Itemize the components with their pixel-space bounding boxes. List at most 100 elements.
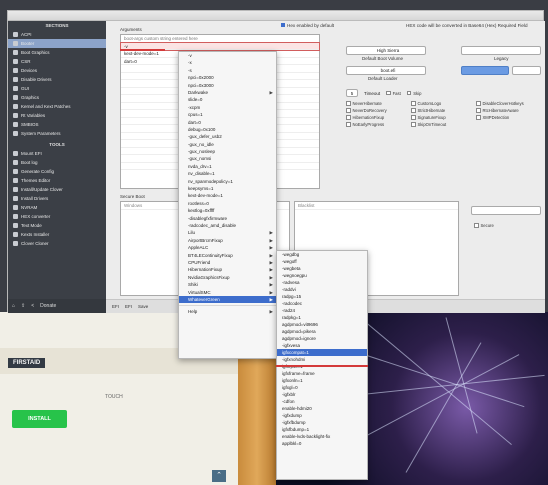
background-green-button[interactable]: INSTALL (12, 410, 67, 428)
sidebar-item-kernel-and-kext-patches[interactable]: Kernel and Kext Patches (8, 102, 106, 111)
menu-item-help[interactable]: Help ▶ (179, 308, 276, 315)
menu-item-kext-dev-mode-1[interactable]: kext-dev-mode=1 (179, 192, 276, 199)
menu-item-kextlog-0xffff[interactable]: kextlog=0xffff (179, 207, 276, 214)
sidebar-item-smbios[interactable]: SMBIOS (8, 120, 106, 129)
sidebar-item-csr[interactable]: CSR (8, 57, 106, 66)
home-icon[interactable]: ⌂ (12, 303, 15, 309)
submenu-item--radcodec[interactable]: -radcodec (277, 300, 367, 307)
default-loader-field[interactable]: boot.efi (346, 66, 426, 75)
checkbox-rtchibernateaware[interactable]: RtcHibernateAware (476, 108, 541, 113)
save-button[interactable]: Save (138, 304, 148, 309)
submenu-item--igfxblr[interactable]: -igfxblr (277, 391, 367, 398)
submenu-item-igfxfbdump-1[interactable]: igfxfbdump=1 (277, 426, 367, 433)
sidebar-tool-themes-editor[interactable]: Themes Editor (8, 176, 106, 185)
secure-checkbox[interactable]: Secure (474, 223, 494, 228)
menu-item--gux-no-idle[interactable]: -gux_no_idle (179, 141, 276, 148)
submenu-item--wegbeta[interactable]: -wegbeta (277, 265, 367, 272)
menu-item--xcpm[interactable]: -xcpm (179, 104, 276, 111)
sidebar-item-disable-drivers[interactable]: Disable Drivers (8, 75, 106, 84)
submenu-item--wegnoegpu[interactable]: -wegnoegpu (277, 272, 367, 279)
legacy-dropdown[interactable] (461, 46, 541, 55)
checkbox-customlogo[interactable]: CustomLogo (411, 101, 476, 106)
legacy-stepper[interactable] (512, 66, 541, 75)
submenu-item--rad24[interactable]: -rad24 (277, 307, 367, 314)
sidebar-item-system-parameters[interactable]: System Parameters (8, 129, 106, 138)
checkbox-box[interactable] (346, 122, 351, 127)
submenu-item-agdpmod-ignore[interactable]: agdpmod=ignore (277, 335, 367, 342)
submenu-item-igfxonln-1[interactable]: igfxonln=1 (277, 377, 367, 384)
menu-item-slide-0[interactable]: slide=0 (179, 96, 276, 103)
menu-item-debug-0x100[interactable]: debug=0x100 (179, 126, 276, 133)
checkbox-hibernationfixup[interactable]: HibernationFixup (346, 115, 411, 120)
menu-item-dart-0[interactable]: dart=0 (179, 119, 276, 126)
submenu-item-igfxframe-frame[interactable]: igfxframe=frame (277, 370, 367, 377)
sidebar-tool-kexts-installer[interactable]: Kexts Installer (8, 230, 106, 239)
sidebar-tool-nvram[interactable]: NVRAM (8, 203, 106, 212)
upload-icon[interactable]: ⇪ (21, 303, 25, 309)
menu-item-lilu[interactable]: Lilu ▶ (179, 229, 276, 236)
default-boot-volume-dropdown[interactable]: High Sierra (346, 46, 426, 55)
checkbox-box[interactable] (346, 115, 351, 120)
submenu-item--igfxdump[interactable]: -igfxdump (277, 412, 367, 419)
submenu-item-radpg-15[interactable]: radpg=15 (277, 293, 367, 300)
menu-item-whatevergreen[interactable]: WhateverGreen ▶ (179, 295, 276, 304)
submenu-item-agdpmod-pikera[interactable]: agdpmod=pikera (277, 328, 367, 335)
menu-item-nvidiagraphicsfixup[interactable]: NvidiaGraphicsFixup ▶ (179, 274, 276, 281)
sidebar-item-boot-graphics[interactable]: Boot Graphics (8, 48, 106, 57)
submenu-item--igfxvesa[interactable]: -igfxvesa (277, 342, 367, 349)
sidebar-tool-boot-log[interactable]: Boot log (8, 158, 106, 167)
menu-item-hibernationfixup[interactable]: HibernationFixup ▶ (179, 266, 276, 273)
submenu-item--radvesa[interactable]: -radvesa (277, 279, 367, 286)
checkbox-signaturefixup[interactable]: SignatureFixup (411, 115, 476, 120)
timeout-field[interactable]: 5 (346, 89, 358, 97)
checkbox-box[interactable] (476, 115, 481, 120)
fast-checkbox[interactable]: Fast (386, 91, 401, 96)
bottom-efi-1[interactable]: EFI (112, 304, 119, 309)
checkbox-skipontimeout[interactable]: SkipOnTimeout (411, 122, 476, 127)
donate-button[interactable]: Donate (40, 303, 56, 309)
menu-item--v[interactable]: -v (179, 52, 276, 59)
blacklist-entry[interactable]: Blacklist (295, 202, 458, 210)
checkbox-neverdorecovery[interactable]: NeverDoRecovery (346, 108, 411, 113)
sidebar-item-devices[interactable]: Devices (8, 66, 106, 75)
menu-item-cpus-1[interactable]: cpus=1 (179, 111, 276, 118)
checkbox-noearlyprogress[interactable]: NoEarlyProgress (346, 122, 411, 127)
sidebar-tool-hex-converter[interactable]: HEX converter (8, 212, 106, 221)
submenu-item--wegdbg[interactable]: -wegdbg (277, 251, 367, 258)
submenu-item-igfxcompat-1[interactable]: igfxcompat=1 (277, 349, 367, 356)
share-icon[interactable]: < (31, 303, 34, 309)
menu-item--radcodec-amd-disable[interactable]: -radcodec_amd_disable (179, 222, 276, 229)
menu-item-rootless-0[interactable]: rootless=0 (179, 200, 276, 207)
menu-item-darkwake[interactable]: Darkwake ▶ (179, 89, 276, 96)
menu-item-bt4lecontinuityfixup[interactable]: BT4LEContinuityFixup ▶ (179, 252, 276, 259)
submenu-item-applbkl-0[interactable]: applbkl=0 (277, 440, 367, 447)
sidebar-tool-text-mode[interactable]: Text Mode (8, 221, 106, 230)
checkbox-stricthibernate[interactable]: StrictHibernate (411, 108, 476, 113)
checkbox-xmpdetection[interactable]: XMPDetection (476, 115, 541, 120)
submenu-item--raddvi[interactable]: -raddvi (277, 286, 367, 293)
menu-item--gux-nomsi[interactable]: -gux_nomsi (179, 155, 276, 162)
submenu-item-igfxgl-0[interactable]: igfxgl=0 (277, 384, 367, 391)
sidebar-item-rt-variables[interactable]: Rt Variables (8, 111, 106, 120)
checkbox-box[interactable] (346, 108, 351, 113)
sidebar-item-graphics[interactable]: Graphics (8, 93, 106, 102)
sidebar-tool-install-drivers[interactable]: Install Drivers (8, 194, 106, 203)
menu-item--disablegfxfirmware[interactable]: -disablegfxfirmware (179, 215, 276, 222)
submenu-item-radpkg-1[interactable]: radpkg=1 (277, 314, 367, 321)
menu-item--gux-defer-usb2[interactable]: -gux_defer_usb2 (179, 133, 276, 140)
arguments-input[interactable]: boot-args custom string entered here (121, 35, 319, 43)
menu-item-nv-spanmodepolicy-1[interactable]: nv_spanmodepolicy=1 (179, 178, 276, 185)
checkbox-box[interactable] (476, 101, 481, 106)
submenu-item-agdpmod-vit9696[interactable]: agdpmod=vit9696 (277, 321, 367, 328)
checkbox-disablecloverhotkeys[interactable]: DisableCloverHotkeys (476, 101, 541, 106)
menu-item-cpufriend[interactable]: CPUFriend ▶ (179, 259, 276, 266)
secure-policy-dropdown[interactable] (471, 206, 541, 215)
checkbox-neverhibernate[interactable]: NeverHibernate (346, 101, 411, 106)
checkbox-box[interactable] (411, 108, 416, 113)
checkbox-box[interactable] (411, 101, 416, 106)
sidebar-item-gui[interactable]: GUI (8, 84, 106, 93)
scroll-up-chevron-icon[interactable]: ⌃ (212, 470, 226, 482)
menu-item-npci-0x2000[interactable]: npci=0x2000 (179, 74, 276, 81)
sidebar-tool-install-update-clover[interactable]: Install/Update Clover (8, 185, 106, 194)
checkbox-box[interactable] (411, 122, 416, 127)
